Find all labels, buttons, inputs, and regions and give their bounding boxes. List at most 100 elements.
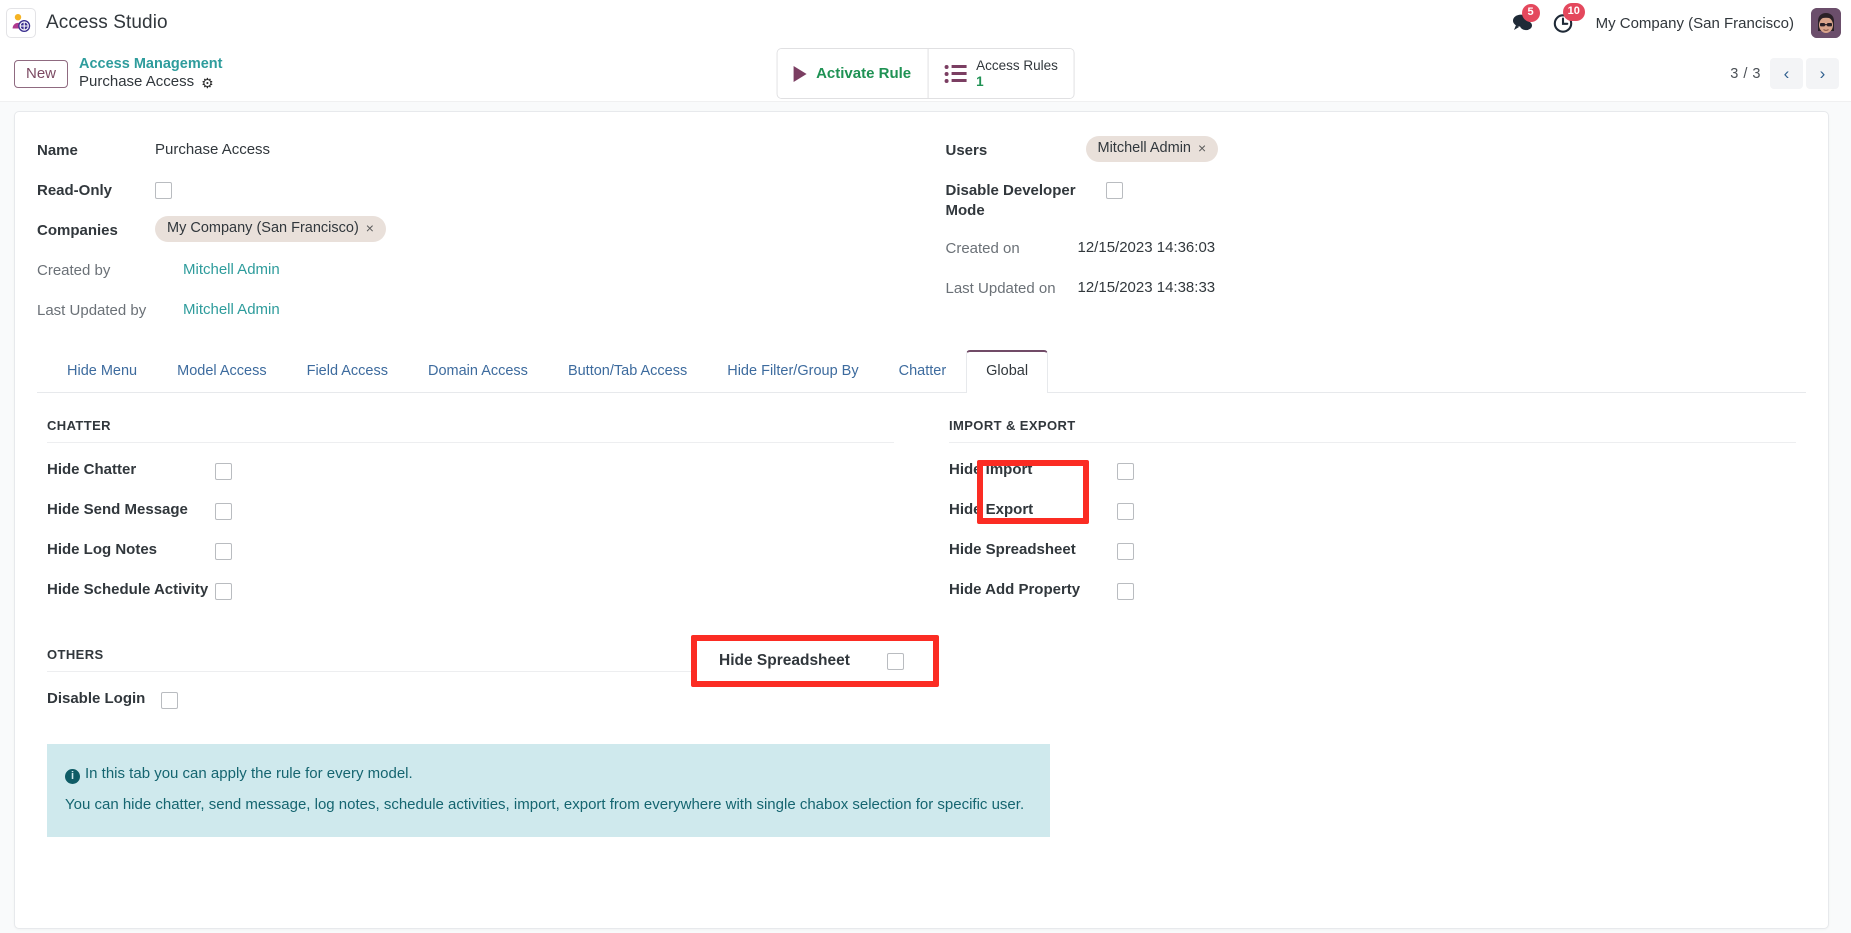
breadcrumb-current: Purchase Access ⚙: [79, 73, 222, 92]
checkbox-hide-add-property[interactable]: [1117, 583, 1134, 600]
alert-line-2: You can hide chatter, send message, log …: [65, 789, 1032, 821]
info-icon: i: [65, 769, 80, 784]
activate-rule-button[interactable]: Activate Rule: [777, 49, 927, 99]
checkbox-hide-send-message[interactable]: [215, 503, 232, 520]
field-label-companies: Companies: [37, 216, 155, 241]
systray: 5 10 My Company (San Francisco): [1511, 8, 1841, 38]
close-icon[interactable]: ×: [1198, 141, 1206, 155]
play-icon: [793, 66, 806, 82]
tab-field-access[interactable]: Field Access: [287, 350, 408, 393]
sheet-wrapper: Name Purchase Access Read-Only Companies…: [0, 102, 1851, 929]
field-label-hide-chatter: Hide Chatter: [47, 457, 215, 478]
field-label-read-only: Read-Only: [37, 176, 155, 201]
gear-icon[interactable]: ⚙: [201, 76, 214, 90]
field-hide-send-message: Hide Send Message: [47, 497, 894, 537]
field-label-hide-spreadsheet: Hide Spreadsheet: [949, 537, 1117, 558]
field-created-by: Created by Mitchell Admin: [37, 254, 898, 294]
field-hide-schedule-activity: Hide Schedule Activity: [47, 577, 894, 617]
access-rules-stat-button[interactable]: Access Rules 1: [927, 49, 1074, 99]
tab-global[interactable]: Global: [966, 350, 1048, 393]
tab-hide-menu[interactable]: Hide Menu: [47, 350, 157, 393]
tab-hide-filter-group-by[interactable]: Hide Filter/Group By: [707, 350, 878, 393]
tag-company-label: My Company (San Francisco): [167, 221, 359, 236]
section-title-chatter: CHATTER: [47, 418, 894, 443]
company-switcher[interactable]: My Company (San Francisco): [1596, 15, 1794, 32]
field-value-last-updated-on: 12/15/2023 14:38:33: [1078, 274, 1216, 296]
alert-line-1: iIn this tab you can apply the rule for …: [65, 758, 1032, 790]
field-hide-export: Hide Export: [949, 497, 1796, 537]
pager-count: 3 / 3: [1730, 66, 1761, 82]
close-icon[interactable]: ×: [366, 221, 374, 235]
breadcrumb-parent-link[interactable]: Access Management: [79, 55, 222, 73]
checkbox-disable-developer-mode[interactable]: [1106, 182, 1123, 199]
field-created-on: Created on 12/15/2023 14:36:03: [946, 232, 1807, 272]
control-panel: New Access Management Purchase Access ⚙ …: [0, 46, 1851, 102]
activities-menu[interactable]: 10: [1552, 12, 1575, 35]
tab-model-access[interactable]: Model Access: [157, 350, 286, 393]
field-value-name[interactable]: Purchase Access: [155, 136, 270, 158]
checkbox-read-only[interactable]: [155, 182, 172, 199]
page-title: Purchase Access: [79, 73, 194, 92]
activate-rule-label: Activate Rule: [816, 65, 911, 82]
field-spacer: [946, 220, 1807, 232]
field-disable-developer-mode: Disable Developer Mode: [946, 174, 1807, 220]
messages-badge: 5: [1522, 4, 1540, 22]
highlight-label-hide-spreadsheet: Hide Spreadsheet: [719, 652, 887, 670]
info-alert: iIn this tab you can apply the rule for …: [47, 744, 1050, 837]
field-value-created-by[interactable]: Mitchell Admin: [155, 256, 280, 278]
field-read-only: Read-Only: [37, 174, 898, 214]
field-hide-import: Hide Import: [949, 457, 1796, 497]
avatar[interactable]: [1811, 8, 1841, 38]
group-chatter: CHATTER Hide Chatter Hide Send Message H…: [47, 418, 894, 617]
section-title-import-export: IMPORT & EXPORT: [949, 418, 1796, 443]
checkbox-hide-spreadsheet-highlighted[interactable]: [887, 653, 904, 670]
field-label-hide-export: Hide Export: [949, 497, 1117, 518]
checkbox-hide-spreadsheet[interactable]: [1117, 543, 1134, 560]
access-studio-app-icon[interactable]: [6, 8, 36, 38]
tag-company[interactable]: My Company (San Francisco) ×: [155, 216, 386, 242]
field-hide-add-property: Hide Add Property: [949, 577, 1796, 617]
field-last-updated-by: Last Updated by Mitchell Admin: [37, 294, 898, 334]
form-sheet: Name Purchase Access Read-Only Companies…: [14, 111, 1829, 929]
tab-pane-global: CHATTER Hide Chatter Hide Send Message H…: [37, 393, 1806, 837]
field-label-hide-add-property: Hide Add Property: [949, 577, 1117, 598]
field-label-disable-login: Disable Login: [47, 686, 161, 707]
tab-domain-access[interactable]: Domain Access: [408, 350, 548, 393]
form-column-left: Name Purchase Access Read-Only Companies…: [37, 134, 898, 334]
field-disable-login: Disable Login: [47, 686, 894, 726]
field-last-updated-on: Last Updated on 12/15/2023 14:38:33: [946, 272, 1807, 312]
checkbox-hide-export[interactable]: [1117, 503, 1134, 520]
tag-user-label: Mitchell Admin: [1098, 141, 1191, 156]
activities-badge: 10: [1563, 3, 1585, 21]
pager-next-button[interactable]: ›: [1806, 58, 1839, 89]
checkbox-hide-schedule-activity[interactable]: [215, 583, 232, 600]
field-value-last-updated-by[interactable]: Mitchell Admin: [169, 296, 280, 318]
checkbox-hide-import[interactable]: [1117, 463, 1134, 480]
field-label-hide-log-notes: Hide Log Notes: [47, 537, 215, 558]
highlight-box-hide-spreadsheet: Hide Spreadsheet: [691, 635, 939, 687]
field-label-created-by: Created by: [37, 256, 155, 281]
status-badge[interactable]: New: [14, 60, 68, 88]
tab-chatter[interactable]: Chatter: [879, 350, 967, 393]
field-label-last-updated-on: Last Updated on: [946, 274, 1078, 299]
messages-menu[interactable]: 5: [1511, 13, 1535, 33]
form-column-right: Users Mitchell Admin × Disable Developer…: [946, 134, 1807, 334]
field-companies: Companies My Company (San Francisco) ×: [37, 214, 898, 254]
checkbox-disable-login[interactable]: [161, 692, 178, 709]
list-icon: [944, 65, 966, 83]
control-panel-buttons: Activate Rule Access Rules 1: [776, 48, 1075, 100]
checkbox-hide-chatter[interactable]: [215, 463, 232, 480]
form-header-fields: Name Purchase Access Read-Only Companies…: [37, 134, 1806, 334]
field-users: Users Mitchell Admin ×: [946, 134, 1807, 174]
access-rules-label: Access Rules: [976, 58, 1058, 74]
field-hide-log-notes: Hide Log Notes: [47, 537, 894, 577]
field-label-last-updated-by: Last Updated by: [37, 296, 169, 321]
pager-previous-button[interactable]: ‹: [1770, 58, 1803, 89]
tag-user[interactable]: Mitchell Admin ×: [1086, 136, 1219, 162]
tab-button-tab-access[interactable]: Button/Tab Access: [548, 350, 707, 393]
access-rules-count: 1: [976, 74, 1058, 90]
field-label-hide-send-message: Hide Send Message: [47, 497, 215, 518]
field-label-disable-developer-mode: Disable Developer Mode: [946, 176, 1106, 220]
checkbox-hide-log-notes[interactable]: [215, 543, 232, 560]
notebook: Hide Menu Model Access Field Access Doma…: [37, 350, 1806, 837]
